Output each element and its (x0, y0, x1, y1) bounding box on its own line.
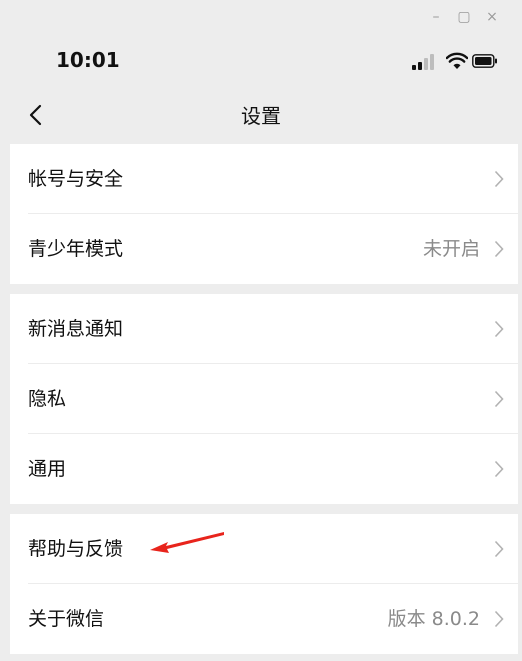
minimize-icon[interactable]: – (424, 6, 448, 28)
page-title: 设置 (241, 104, 281, 128)
close-icon[interactable]: × (480, 6, 504, 28)
row-label: 帐号与安全 (28, 168, 124, 190)
row-label: 新消息通知 (28, 318, 124, 340)
status-bar: 10:01 (0, 34, 522, 90)
row-general[interactable]: 通用 (10, 434, 518, 504)
settings-group-account: 帐号与安全 青少年模式 未开启 (10, 144, 518, 284)
row-teen-mode[interactable]: 青少年模式 未开启 (10, 214, 518, 284)
chevron-right-icon (494, 610, 504, 628)
chevron-right-icon (494, 170, 504, 188)
row-label: 帮助与反馈 (28, 538, 124, 560)
window-title-bar: – ▢ × (0, 0, 522, 34)
row-label: 通用 (28, 458, 67, 480)
row-label: 关于微信 (28, 608, 105, 630)
row-help-feedback[interactable]: 帮助与反馈 (10, 514, 518, 584)
chevron-right-icon (494, 240, 504, 258)
status-icons (412, 52, 498, 72)
status-time: 10:01 (56, 48, 120, 72)
chevron-right-icon (494, 460, 504, 478)
red-arrow-annotation-icon (150, 532, 224, 553)
chevron-right-icon (494, 320, 504, 338)
row-privacy[interactable]: 隐私 (10, 364, 518, 434)
wifi-icon (446, 52, 468, 69)
chevron-right-icon (494, 540, 504, 558)
chevron-right-icon (494, 390, 504, 408)
row-label: 青少年模式 (28, 238, 124, 260)
row-notifications[interactable]: 新消息通知 (10, 294, 518, 364)
battery-icon (472, 54, 497, 68)
row-about[interactable]: 关于微信 版本 8.0.2 (10, 584, 518, 654)
settings-group-help: 帮助与反馈 关于微信 版本 8.0.2 (10, 514, 518, 654)
settings-group-general: 新消息通知 隐私 通用 (10, 294, 518, 504)
signal-icon (412, 54, 434, 70)
back-arrow-icon[interactable] (26, 102, 48, 128)
row-value: 未开启 (422, 238, 480, 260)
row-value: 版本 8.0.2 (387, 608, 480, 630)
row-account-security[interactable]: 帐号与安全 (10, 144, 518, 214)
maximize-icon[interactable]: ▢ (452, 6, 476, 28)
nav-bar: 设置 (0, 90, 522, 142)
row-label: 隐私 (28, 388, 67, 410)
